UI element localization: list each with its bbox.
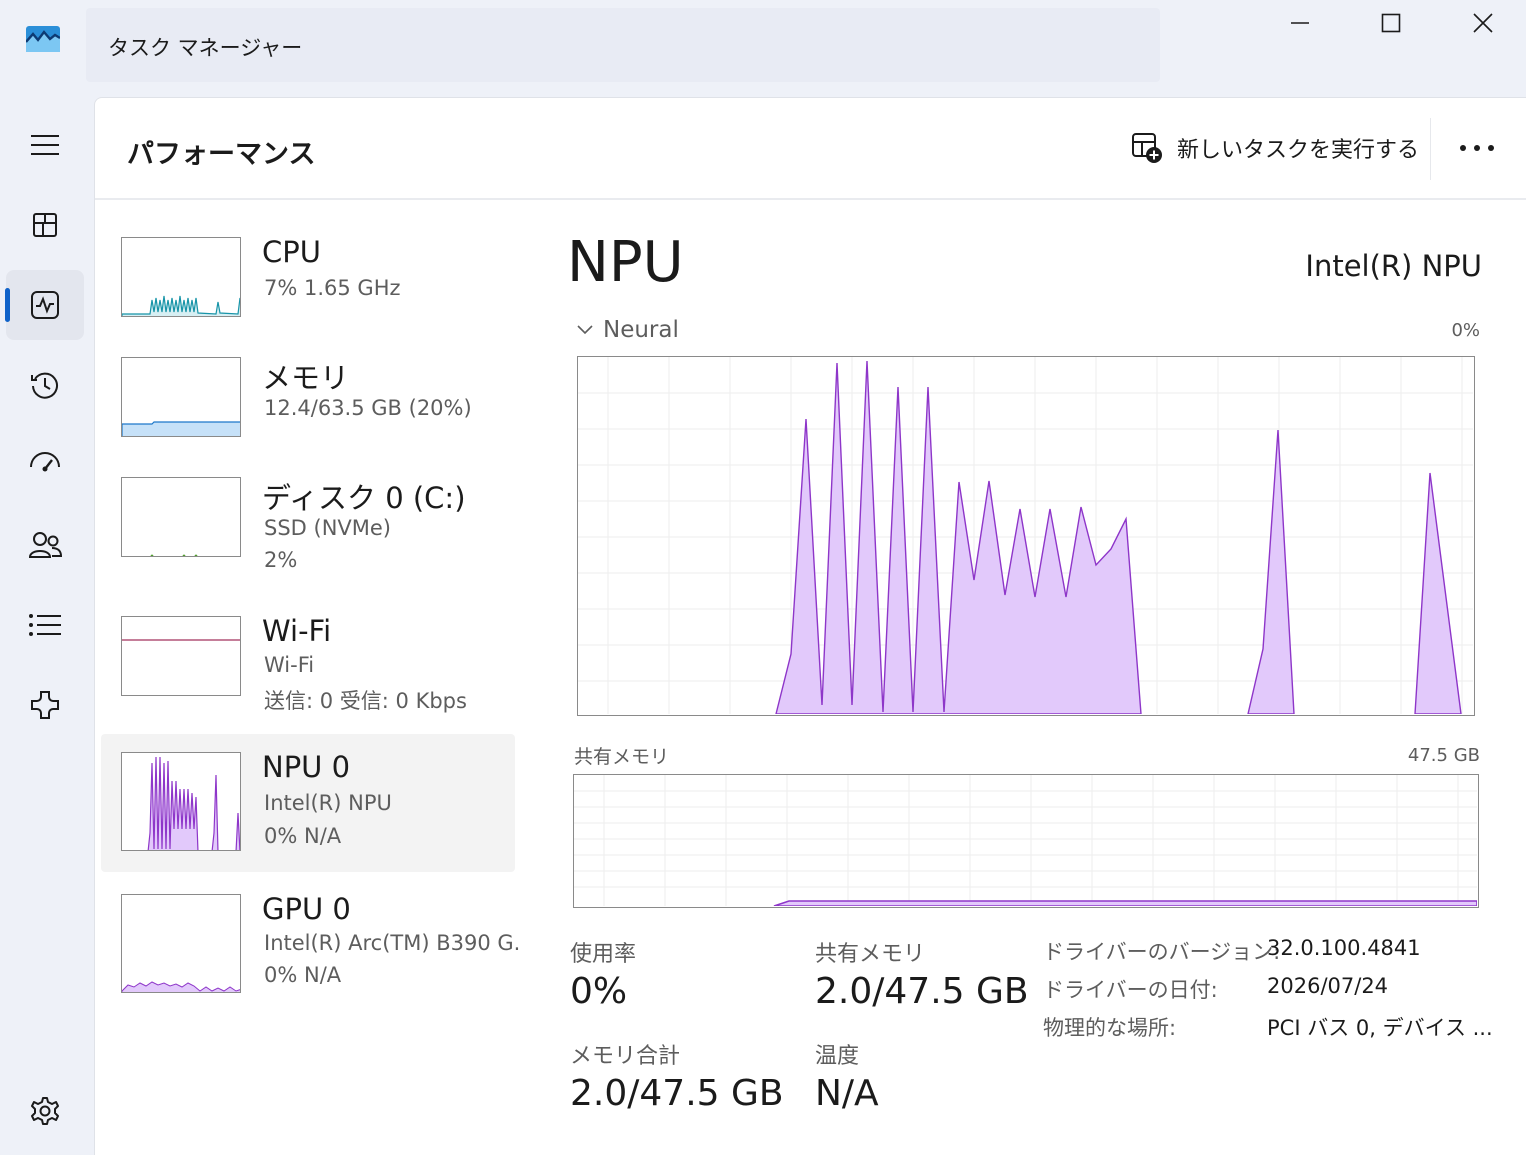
device-model: Intel(R) NPU xyxy=(1305,249,1482,283)
device-title: NPU xyxy=(567,230,684,295)
content-panel: パフォーマンス 新しいタスクを実行する CPU 7% 1.65 GHz メモリ … xyxy=(94,97,1526,1155)
utilization-label: 使用率 xyxy=(570,942,637,967)
device-usage: 0% N/A xyxy=(264,963,342,987)
close-button[interactable] xyxy=(1437,0,1526,46)
header-separator xyxy=(1430,118,1431,180)
device-gpu[interactable]: GPU 0 Intel(R) Arc(TM) B390 G. 0% N/A xyxy=(101,892,520,1030)
services-icon xyxy=(31,691,59,719)
device-wifi[interactable]: Wi-Fi Wi-Fi 送信: 0 受信: 0 Kbps xyxy=(101,614,515,752)
device-name: メモリ xyxy=(262,361,350,395)
shared-memory-value: 2.0/47.5 GB xyxy=(815,971,1029,1012)
performance-icon xyxy=(31,291,59,319)
physical-location-label: 物理的な場所: xyxy=(1043,1016,1177,1040)
nav-app-history[interactable] xyxy=(6,350,84,420)
nav-users[interactable] xyxy=(6,510,84,580)
processes-icon xyxy=(33,213,57,237)
neural-graph-label: Neural xyxy=(603,317,679,343)
device-usage: 0% N/A xyxy=(264,824,342,848)
more-options-button[interactable] xyxy=(1447,128,1507,168)
disk-thumbnail-graph xyxy=(121,477,241,557)
nav-active-indicator xyxy=(5,288,10,322)
device-name: CPU xyxy=(262,235,321,269)
page-title: パフォーマンス xyxy=(127,139,316,170)
minimize-icon xyxy=(1291,22,1309,24)
device-detail: Intel(R) NPU xyxy=(264,791,392,815)
device-name: Wi-Fi xyxy=(262,614,332,648)
nav-performance[interactable] xyxy=(6,270,84,340)
driver-version-value: 32.0.100.4841 xyxy=(1267,936,1421,960)
app-history-icon xyxy=(31,372,58,399)
npu-thumbnail-graph xyxy=(121,752,241,851)
nav-processes[interactable] xyxy=(6,190,84,260)
device-usage: 2% xyxy=(264,548,298,572)
shared-memory-graph xyxy=(573,774,1479,908)
device-cpu[interactable]: CPU 7% 1.65 GHz xyxy=(101,235,515,373)
task-manager-app-icon xyxy=(25,24,61,54)
cpu-thumbnail-graph xyxy=(121,237,241,317)
maximize-icon xyxy=(1381,13,1401,33)
driver-date-value: 2026/07/24 xyxy=(1267,974,1389,998)
maximize-button[interactable] xyxy=(1345,0,1437,46)
shared-memory-graph-label: 共有メモリ xyxy=(574,746,670,768)
device-npu[interactable]: NPU 0 Intel(R) NPU 0% N/A xyxy=(101,734,515,872)
total-memory-value: 2.0/47.5 GB xyxy=(570,1073,784,1114)
more-icon xyxy=(1460,145,1494,151)
chevron-down-icon xyxy=(577,325,593,335)
neural-graph-max: 0% xyxy=(1451,320,1480,341)
nav-startup-apps[interactable] xyxy=(6,430,84,500)
total-memory-label: メモリ合計 xyxy=(570,1044,681,1069)
temperature-label: 温度 xyxy=(815,1044,860,1069)
device-disk[interactable]: ディスク 0 (C:) SSD (NVMe) 2% xyxy=(101,475,515,613)
page-header: パフォーマンス 新しいタスクを実行する xyxy=(95,98,1526,200)
run-task-label: 新しいタスクを実行する xyxy=(1177,138,1420,163)
physical-location-value: PCI バス 0, デバイス ... xyxy=(1267,1016,1493,1040)
memory-thumbnail-graph xyxy=(121,357,241,437)
settings-icon xyxy=(31,1097,59,1125)
device-detail: 12.4/63.5 GB (20%) xyxy=(264,396,472,420)
nav-settings[interactable] xyxy=(6,1076,84,1146)
device-throughput: 送信: 0 受信: 0 Kbps xyxy=(264,689,467,713)
device-detail: SSD (NVMe) xyxy=(264,516,392,540)
device-name: NPU 0 xyxy=(262,750,351,784)
utilization-value: 0% xyxy=(570,971,628,1012)
gpu-thumbnail-graph xyxy=(121,894,241,993)
nav-hamburger-button[interactable] xyxy=(6,110,84,180)
shared-memory-label: 共有メモリ xyxy=(815,942,926,967)
details-icon xyxy=(29,614,61,636)
title-bar: タスク マネージャー xyxy=(0,0,1526,96)
driver-date-label: ドライバーの日付: xyxy=(1043,978,1218,1002)
shared-memory-graph-max: 47.5 GB xyxy=(1407,745,1480,766)
device-detail: Intel(R) Arc(TM) B390 G. xyxy=(264,931,521,955)
temperature-value: N/A xyxy=(815,1073,879,1114)
run-new-task-button[interactable]: 新しいタスクを実行する xyxy=(1131,126,1419,170)
nav-details[interactable] xyxy=(6,590,84,660)
neural-graph-selector[interactable]: Neural xyxy=(577,317,679,343)
hamburger-menu-icon xyxy=(31,135,59,155)
nav-services[interactable] xyxy=(6,670,84,740)
driver-version-label: ドライバーのバージョン: xyxy=(1043,940,1281,964)
wifi-thumbnail-graph xyxy=(121,616,241,696)
users-icon xyxy=(28,532,62,558)
startup-apps-icon xyxy=(30,452,60,472)
minimize-button[interactable] xyxy=(1254,0,1346,46)
device-detail: Wi-Fi xyxy=(264,653,315,677)
run-task-icon xyxy=(1132,133,1162,163)
app-title: タスク マネージャー xyxy=(108,36,303,60)
device-name: ディスク 0 (C:) xyxy=(262,481,466,515)
device-name: GPU 0 xyxy=(262,892,351,926)
neural-usage-graph xyxy=(577,356,1475,716)
device-detail: 7% 1.65 GHz xyxy=(264,276,401,300)
device-memory[interactable]: メモリ 12.4/63.5 GB (20%) xyxy=(101,355,515,493)
close-icon xyxy=(1473,13,1493,33)
